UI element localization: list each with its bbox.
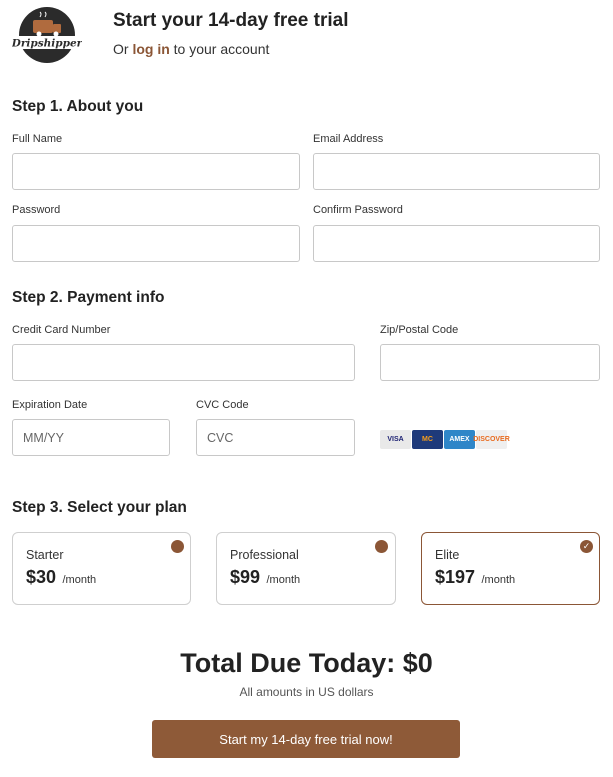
plan-amount: $30 <box>26 567 57 587</box>
login-prompt-suffix: to your account <box>173 41 270 57</box>
confirm-password-label: Confirm Password <box>313 204 403 216</box>
selected-check-icon[interactable]: ✓ <box>580 540 593 553</box>
currency-note: All amounts in US dollars <box>239 685 374 699</box>
amex-card-icon: AMEX <box>444 430 475 449</box>
plan-price: $99 /month <box>230 567 300 588</box>
zip-input[interactable] <box>380 344 600 381</box>
plan-name: Professional <box>230 548 299 562</box>
password-input[interactable] <box>12 225 300 262</box>
plan-period: /month <box>481 574 516 586</box>
email-label: Email Address <box>313 133 384 145</box>
card-number-label: Credit Card Number <box>12 324 111 336</box>
email-input[interactable] <box>313 153 600 190</box>
mastercard-icon: MC <box>412 430 443 449</box>
plan-card-elite[interactable]: Elite $197 /month ✓ <box>421 532 600 605</box>
plan-period: /month <box>266 574 301 586</box>
step2-heading: Step 2. Payment info <box>12 289 165 306</box>
visa-card-icon: VISA <box>380 430 411 449</box>
dripshipper-logo: Dripshipper <box>12 7 82 63</box>
plan-price: $197 /month <box>435 567 515 588</box>
zip-label: Zip/Postal Code <box>380 324 459 336</box>
login-link[interactable]: log in <box>132 41 169 57</box>
password-label: Password <box>12 204 61 216</box>
plan-card-professional[interactable]: Professional $99 /month <box>216 532 396 605</box>
login-prompt-prefix: Or <box>113 41 129 57</box>
plan-amount: $99 <box>230 567 261 587</box>
plan-price: $30 /month <box>26 567 96 588</box>
plan-radio-icon[interactable] <box>171 540 184 553</box>
cvc-label: CVC Code <box>196 399 249 411</box>
cvc-input[interactable] <box>196 419 355 456</box>
plan-radio-icon[interactable] <box>375 540 388 553</box>
plan-period: /month <box>62 574 97 586</box>
accepted-cards: VISA MC AMEX DISCOVER <box>380 430 510 449</box>
card-number-input[interactable] <box>12 344 355 381</box>
plan-amount: $197 <box>435 567 476 587</box>
page-title: Start your 14-day free trial <box>113 10 349 31</box>
confirm-password-input[interactable] <box>313 225 600 262</box>
plan-name: Starter <box>26 548 64 562</box>
plan-name: Elite <box>435 548 460 562</box>
start-trial-button[interactable]: Start my 14-day free trial now! <box>152 720 460 758</box>
expiration-input[interactable] <box>12 419 170 456</box>
login-prompt: Or log in to your account <box>113 41 269 57</box>
discover-card-icon: DISCOVER <box>473 430 510 449</box>
plan-card-starter[interactable]: Starter $30 /month <box>12 532 191 605</box>
expiration-label: Expiration Date <box>12 399 88 411</box>
full-name-input[interactable] <box>12 153 300 190</box>
step3-heading: Step 3. Select your plan <box>12 499 187 516</box>
step1-heading: Step 1. About you <box>12 98 144 115</box>
total-due: Total Due Today: $0 <box>180 648 433 678</box>
full-name-label: Full Name <box>12 133 63 145</box>
svg-text:Dripshipper: Dripshipper <box>12 38 82 50</box>
